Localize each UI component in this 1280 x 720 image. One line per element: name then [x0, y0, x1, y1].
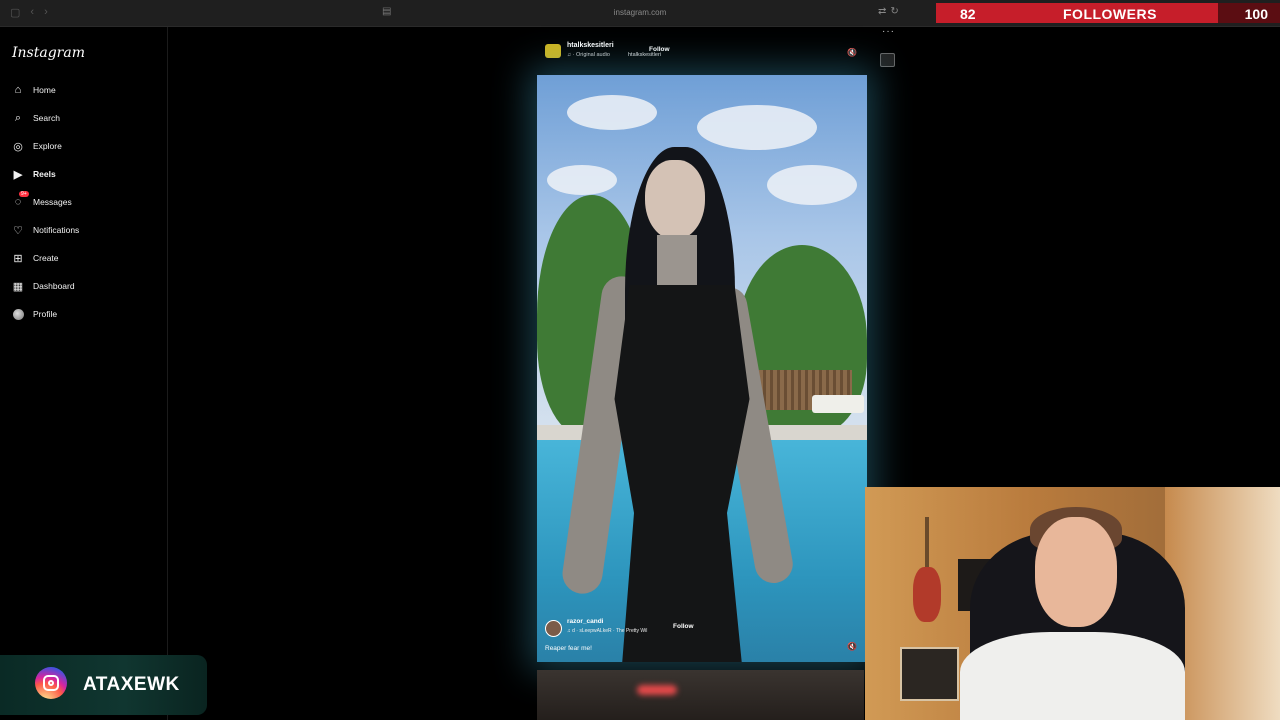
- sidebar-item-reels[interactable]: ▶ Reels: [12, 164, 56, 184]
- reel-author-avatar[interactable]: [545, 44, 561, 58]
- compass-icon: ◎: [13, 140, 23, 153]
- instagram-logo[interactable]: Instagram: [12, 45, 85, 61]
- sidebar-item-label: Reels: [33, 169, 56, 179]
- sidebar-item-profile[interactable]: Profile: [12, 304, 57, 324]
- sidebar-item-label: Explore: [33, 141, 62, 151]
- reel-caption: Reaper fear me!: [545, 645, 592, 652]
- instagram-handle-overlay: ATAXEWK: [0, 655, 207, 715]
- translate-icon[interactable]: ⇄: [878, 6, 886, 17]
- reel-video[interactable]: razor_candi ♫ d · sLeepwALkeR · The Pret…: [537, 75, 867, 662]
- follower-goal-bar: 82 FOLLOWERS 100: [936, 3, 1280, 23]
- sidebar-item-label: Create: [33, 253, 59, 263]
- avatar: [12, 308, 24, 320]
- caption-follow-button[interactable]: Follow: [673, 623, 694, 630]
- home-icon: ⌂: [14, 84, 22, 96]
- sidebar-item-explore[interactable]: ◎ Explore: [12, 136, 62, 156]
- caption-username[interactable]: razor_candi: [567, 618, 604, 625]
- sidebar-item-create[interactable]: ⊞ Create: [12, 248, 59, 268]
- messages-badge: 9+: [19, 191, 29, 197]
- plus-square-icon: ⊞: [13, 252, 23, 265]
- reel-author-username[interactable]: htalkskesitleri: [567, 42, 614, 49]
- streamer-face: [1035, 517, 1117, 627]
- sidebar-item-label: Home: [33, 85, 56, 95]
- sidebar-item-dashboard[interactable]: ▦ Dashboard: [12, 276, 75, 296]
- audio-page-icon[interactable]: [880, 53, 895, 67]
- sidebar-item-messages[interactable]: ◌ 9+ Messages: [12, 191, 72, 212]
- webcam-feed: [865, 487, 1280, 720]
- follower-label: FOLLOWERS: [1063, 6, 1157, 22]
- reload-icon[interactable]: ↻: [890, 6, 898, 17]
- speaker-mute-icon[interactable]: 🔇: [847, 48, 857, 57]
- caption-avatar[interactable]: [545, 620, 562, 637]
- dashboard-icon: ▦: [12, 280, 24, 293]
- sidebar-item-label: Messages: [33, 197, 72, 207]
- instagram-icon: [35, 667, 67, 699]
- browser-actions: ⇄ ↻: [878, 6, 899, 17]
- caption-audio-track[interactable]: ♫ d · sLeepwALkeR · The Pretty Wil: [567, 628, 647, 634]
- sidebar-item-label: Search: [33, 113, 60, 123]
- heart-icon: ♡: [13, 224, 23, 237]
- follower-goal: 100: [1244, 6, 1268, 22]
- more-options-icon[interactable]: ···: [882, 26, 895, 37]
- search-icon: ⌕: [14, 111, 22, 124]
- reel-audio-user[interactable]: htalkskesitleri: [628, 52, 661, 58]
- sidebar-item-search[interactable]: ⌕ Search: [12, 108, 60, 128]
- video-mute-icon[interactable]: 🔇: [847, 642, 857, 651]
- messenger-icon: ◌ 9+: [14, 191, 29, 208]
- sidebar-item-label: Profile: [33, 309, 58, 319]
- streamer-handle: ATAXEWK: [83, 674, 180, 695]
- reels-icon: ▶: [13, 168, 23, 181]
- reel-audio-link[interactable]: ♫ · Original audio: [567, 52, 610, 58]
- follower-count: 82: [960, 6, 976, 22]
- sidebar-item-notifications[interactable]: ♡ Notifications: [12, 220, 79, 240]
- sidebar-item-home[interactable]: ⌂ Home: [12, 80, 56, 100]
- sidebar-item-label: Notifications: [33, 225, 80, 235]
- sidebar: Instagram ⌂ Home ⌕ Search ◎ Explore ▶ Re…: [0, 27, 168, 720]
- sidebar-item-label: Dashboard: [33, 281, 75, 291]
- next-reel-preview[interactable]: [537, 670, 864, 720]
- guitar: [913, 567, 941, 622]
